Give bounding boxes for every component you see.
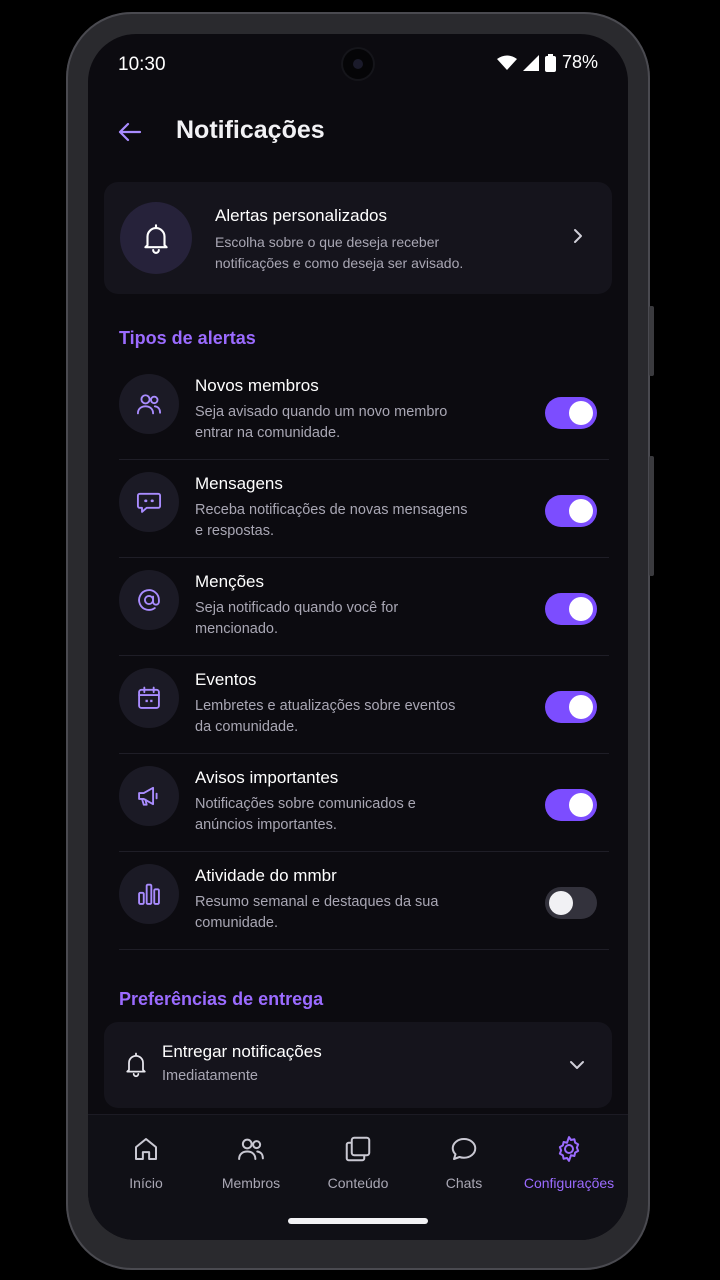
message-icon [136,492,162,513]
toggle-knob [569,793,593,817]
alert-subtitle: Lembretes e atualizações sobre eventos d… [195,698,456,735]
front-camera [343,49,373,79]
bell-icon [144,224,168,254]
delivery-value: Imediatamente [162,1068,258,1084]
events-toggle[interactable] [545,691,597,723]
wifi-icon [496,55,517,70]
toggle-knob [569,499,593,523]
app-header: Notificações [88,110,628,170]
announcements-toggle[interactable] [545,789,597,821]
bottom-navigation: Início Membros Conteúdo Chats Configuraç… [88,1114,628,1240]
messages-toggle[interactable] [545,495,597,527]
bar-chart-icon [138,883,160,905]
delivery-preferences-heading: Preferências de entrega [119,989,324,1009]
delivery-title: Entregar notificações [162,1042,322,1061]
nav-label: Configurações [523,1175,615,1191]
battery-level: 78% [561,52,598,72]
nav-label: Membros [221,1175,281,1191]
toggle-knob [569,695,593,719]
bell-icon-circle [120,202,192,274]
alert-title: Novos membros [195,376,319,395]
alert-row-announcements: Avisos importantes Notificações sobre co… [119,754,609,852]
alert-title: Eventos [195,670,257,689]
back-arrow-icon[interactable] [114,116,146,148]
alert-subtitle: Receba notificações de novas mensagens e… [195,502,468,539]
calendar-icon-circle [119,668,179,728]
signal-icon [522,54,539,71]
battery-icon [544,53,556,72]
bar-chart-icon-circle [119,864,179,924]
at-icon [138,589,160,611]
alert-title: Menções [195,572,264,591]
alert-row-new-members: Novos membros Seja avisado quando um nov… [119,362,609,460]
nav-label: Conteúdo [327,1175,389,1191]
status-time: 10:30 [118,54,166,75]
custom-alerts-title: Alertas personalizados [215,206,387,225]
alert-types-heading: Tipos de alertas [119,328,256,348]
nav-item-chats[interactable]: Chats [410,1133,518,1191]
nav-item-settings[interactable]: Configurações [515,1133,623,1191]
alert-title: Mensagens [195,474,283,493]
megaphone-icon-circle [119,766,179,826]
status-bar: 10:30 78% [88,34,628,94]
alert-title: Atividade do mmbr [195,866,337,885]
nav-item-content[interactable]: Conteúdo [304,1133,412,1191]
screen: 10:30 78% Notificações Alertas personali… [88,34,628,1240]
status-icons: 78% [496,52,598,73]
toggle-knob [569,401,593,425]
alert-subtitle: Resumo semanal e destaques da sua comuni… [195,894,439,931]
alert-row-activity: Atividade do mmbr Resumo semanal e desta… [119,852,609,950]
custom-alerts-subtitle: Escolha sobre o que deseja receber notif… [215,234,464,271]
bell-icon [126,1052,146,1078]
settings-icon [558,1136,580,1162]
toggle-knob [549,891,573,915]
nav-item-members[interactable]: Membros [197,1133,305,1191]
alert-row-events: Eventos Lembretes e atualizações sobre e… [119,656,609,754]
alert-row-messages: Mensagens Receba notificações de novas m… [119,460,609,558]
page-title: Notificações [176,116,325,144]
nav-label: Início [129,1175,163,1191]
custom-alerts-card[interactable]: Alertas personalizados Escolha sobre o q… [104,182,612,294]
alert-subtitle: Seja notificado quando você for menciona… [195,600,399,637]
delivery-dropdown[interactable]: Entregar notificações Imediatamente [104,1022,612,1108]
new-members-toggle[interactable] [545,397,597,429]
chat-icon [451,1138,477,1160]
home-indicator[interactable] [288,1218,428,1224]
at-icon-circle [119,570,179,630]
volume-button [649,306,654,376]
members-icon-circle [119,374,179,434]
chevron-down-icon [570,1061,584,1069]
home-icon [135,1138,157,1160]
alert-subtitle: Seja avisado quando um novo membro entra… [195,404,448,441]
alert-title: Avisos importantes [195,768,339,787]
members-icon [238,1138,264,1160]
toggle-knob [569,597,593,621]
calendar-icon [138,686,160,709]
power-button [649,456,654,576]
mentions-toggle[interactable] [545,593,597,625]
message-icon-circle [119,472,179,532]
activity-toggle[interactable] [545,887,597,919]
alert-subtitle: Notificações sobre comunicados e anúncio… [195,796,416,833]
nav-item-home[interactable]: Início [92,1133,200,1191]
members-icon [136,394,162,415]
nav-label: Chats [445,1175,483,1191]
chevron-right-icon [574,229,582,243]
megaphone-icon [138,786,158,806]
content-icon [345,1136,371,1162]
alert-row-mentions: Menções Seja notificado quando você for … [119,558,609,656]
